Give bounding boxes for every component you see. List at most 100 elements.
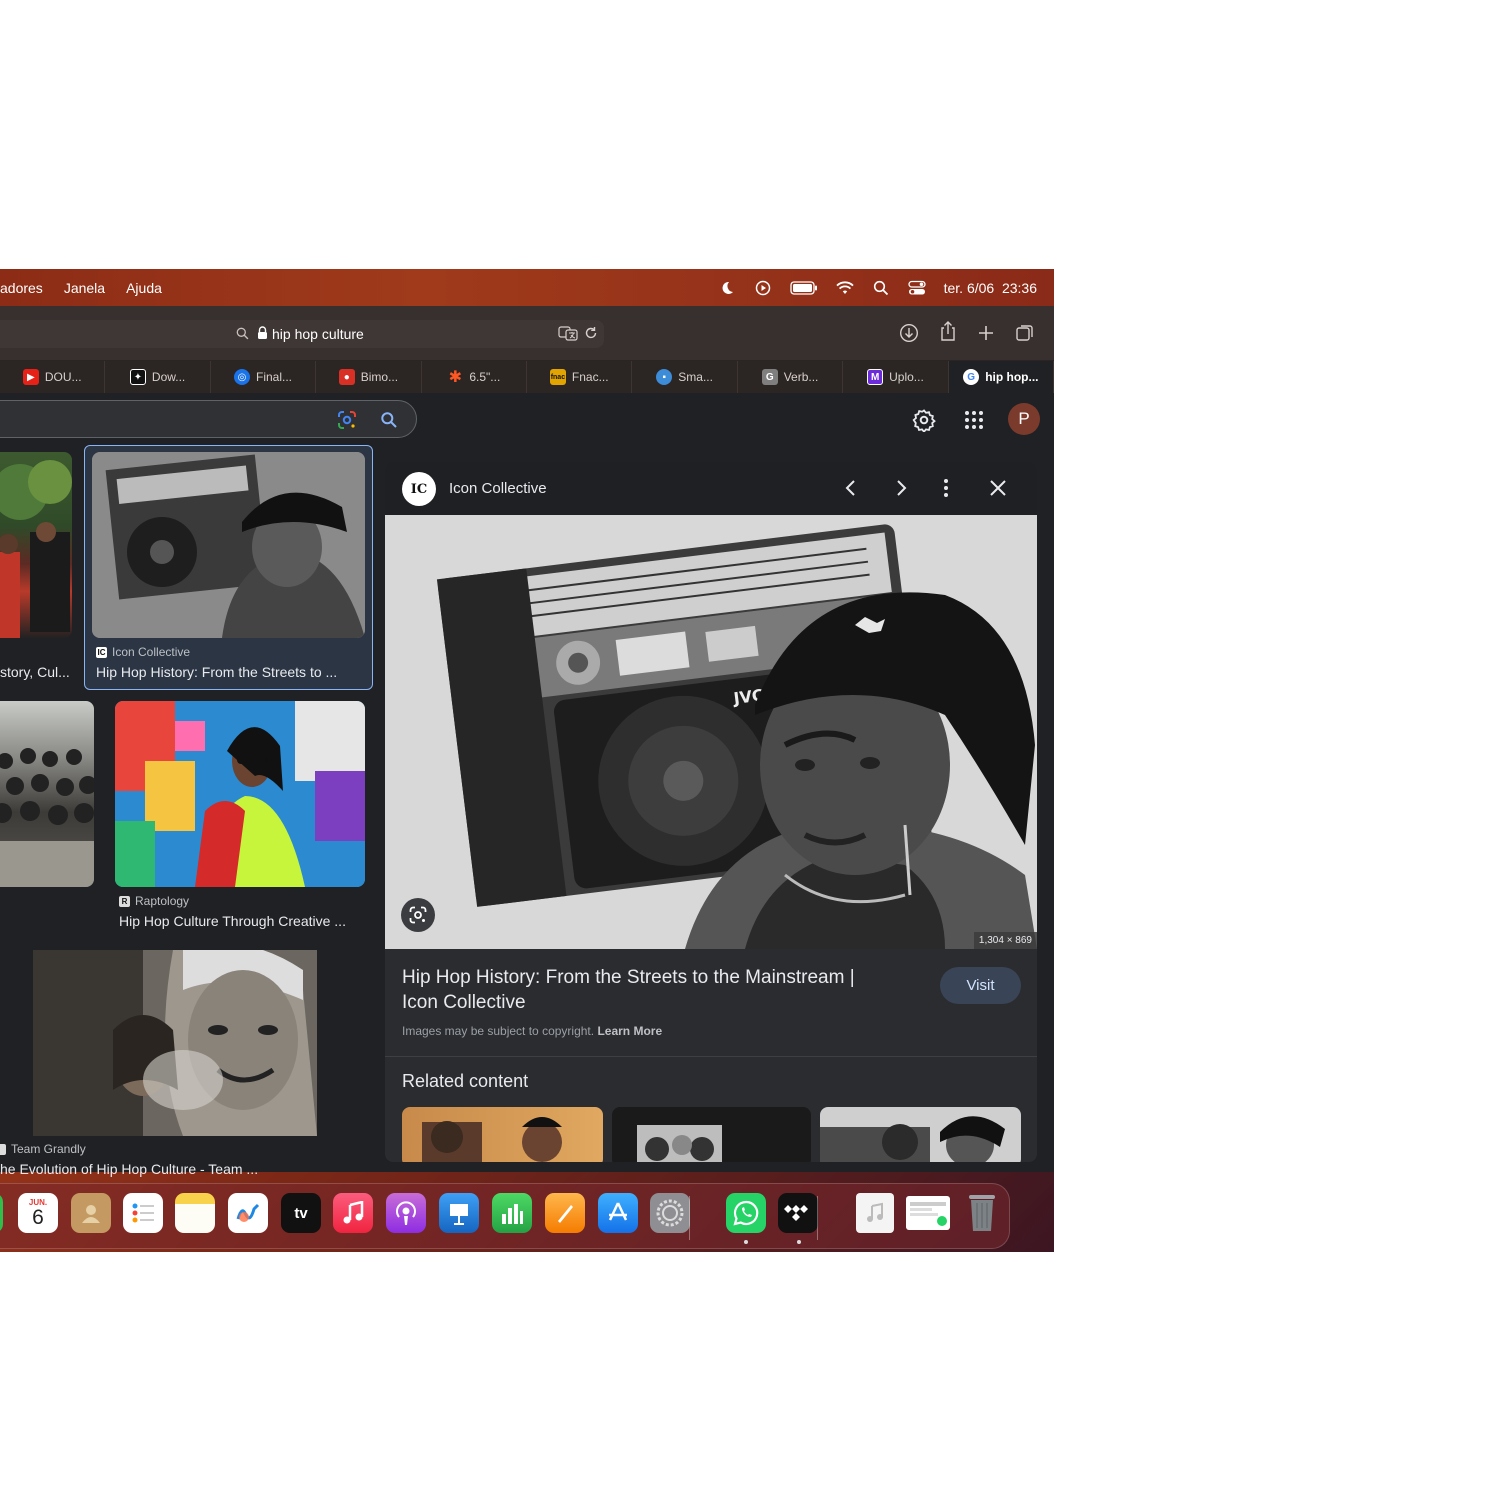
copyright-text: Images may be subject to copyright.: [402, 1024, 595, 1038]
control-center-icon[interactable]: [907, 279, 926, 297]
music-file-icon[interactable]: [856, 1193, 894, 1233]
whatsapp-app-icon[interactable]: [726, 1193, 766, 1233]
related-image-2[interactable]: [612, 1107, 811, 1162]
menu-item-ajuda[interactable]: Ajuda: [126, 280, 162, 296]
new-tab-icon[interactable]: [976, 323, 996, 343]
battery-icon[interactable]: [789, 279, 818, 297]
tab-overview-icon[interactable]: [1015, 323, 1035, 343]
settings-gear-icon[interactable]: [912, 408, 936, 437]
freeform-app-icon[interactable]: [228, 1193, 268, 1233]
moon-icon[interactable]: [718, 279, 736, 297]
result-title[interactable]: Hip Hop History: From the Streets to ...: [96, 664, 364, 680]
tidal-app-icon[interactable]: [778, 1193, 818, 1233]
desktop-screen: adores Janela Ajuda ter. 6/06 23:36 hip …: [0, 269, 1054, 1252]
result-image-3[interactable]: [0, 701, 94, 887]
contacts-app-icon[interactable]: [71, 1193, 111, 1233]
tab-six-five[interactable]: ✱ 6.5"...: [422, 361, 528, 393]
podcasts-app-icon[interactable]: [386, 1193, 426, 1233]
tab-final[interactable]: ◎ Final...: [211, 361, 317, 393]
search-submit-icon[interactable]: [380, 411, 398, 434]
learn-more-link[interactable]: Learn More: [597, 1024, 662, 1038]
related-image-1[interactable]: [402, 1107, 603, 1162]
screenshot-stack-icon[interactable]: [906, 1196, 950, 1230]
next-chevron-icon[interactable]: [893, 478, 909, 503]
uplo-favicon-icon: M: [867, 369, 884, 385]
verb-favicon-icon: G: [761, 369, 778, 385]
tidal-favicon-icon: ✦: [129, 369, 146, 385]
tab-uplo[interactable]: M Uplo...: [843, 361, 949, 393]
wifi-icon[interactable]: [835, 279, 854, 297]
translate-icon[interactable]: [558, 326, 578, 344]
search-icon: [236, 327, 249, 343]
calendar-app-icon[interactable]: JUN. 6: [18, 1193, 58, 1233]
tab-label: Dow...: [151, 370, 186, 384]
result-title[interactable]: story, Cul...: [0, 664, 72, 680]
account-avatar[interactable]: P: [1008, 403, 1040, 435]
copyright-note: Images may be subject to copyright. Lear…: [402, 1024, 662, 1038]
tab-sma[interactable]: ▪ Sma...: [632, 361, 738, 393]
tab-verb[interactable]: G Verb...: [738, 361, 844, 393]
menu-bar: adores Janela Ajuda ter. 6/06 23:36: [0, 269, 1054, 306]
notes-app-icon[interactable]: [175, 1193, 215, 1233]
address-url[interactable]: hip hop culture: [272, 326, 364, 342]
tab-fnac[interactable]: fnac Fnac...: [527, 361, 633, 393]
lens-icon[interactable]: [337, 410, 357, 435]
preview-header: IC Icon Collective: [385, 462, 1037, 515]
search-image-lens-icon[interactable]: [401, 898, 435, 932]
tab-label: Verb...: [783, 370, 819, 384]
tab-label: Final...: [256, 370, 293, 384]
result-title[interactable]: he Evolution of Hip Hop Culture - Team .…: [0, 1161, 270, 1177]
app-store-icon[interactable]: [598, 1193, 638, 1233]
safari-window: hip hop culture ▶ DOU... ✦ Dow... ◎ Fina…: [0, 306, 1054, 1177]
source-logo-icon: IC: [402, 472, 436, 506]
google-header: P: [0, 393, 1054, 445]
menu-clock[interactable]: ter. 6/06 23:36: [944, 280, 1037, 296]
result-image-2[interactable]: [92, 452, 365, 638]
running-indicator: [797, 1240, 801, 1244]
tab-bimo[interactable]: ● Bimo...: [316, 361, 422, 393]
downloads-icon[interactable]: [899, 323, 919, 343]
reload-icon[interactable]: [584, 326, 598, 343]
team-grandly-logo-icon: [0, 1143, 6, 1155]
tab-label: DOU...: [44, 370, 82, 384]
keynote-app-icon[interactable]: [439, 1193, 479, 1233]
preview-title[interactable]: Hip Hop History: From the Streets to the…: [402, 965, 892, 1015]
result-image-1[interactable]: [0, 452, 72, 638]
share-icon[interactable]: [938, 320, 958, 341]
google-search-box[interactable]: [0, 400, 417, 438]
dock-separator: [689, 1196, 690, 1240]
address-bar[interactable]: hip hop culture: [0, 320, 604, 348]
bimo-favicon-icon: ●: [338, 369, 355, 385]
system-settings-icon[interactable]: [650, 1193, 690, 1233]
close-icon[interactable]: [989, 479, 1007, 502]
result-source: IC Icon Collective: [96, 645, 190, 659]
result-title[interactable]: Hip Hop Culture Through Creative ...: [119, 913, 365, 929]
visit-button[interactable]: Visit: [940, 967, 1021, 1004]
menu-item-marcadores[interactable]: adores: [0, 280, 43, 296]
tab-hip-hop[interactable]: G hip hop...: [948, 361, 1054, 393]
trash-icon[interactable]: [962, 1193, 1002, 1233]
tab-dou[interactable]: ▶ DOU...: [0, 361, 106, 393]
messages-app-icon[interactable]: [0, 1193, 3, 1233]
apps-grid-icon[interactable]: [964, 410, 984, 435]
fnac-favicon-icon: fnac: [549, 369, 566, 385]
result-image-5[interactable]: [33, 950, 317, 1136]
result-source-label: Icon Collective: [112, 645, 191, 659]
reminders-app-icon[interactable]: [123, 1193, 163, 1233]
more-options-icon[interactable]: [942, 478, 950, 503]
pages-app-icon[interactable]: [545, 1193, 585, 1233]
tab-dow[interactable]: ✦ Dow...: [105, 361, 211, 393]
play-icon[interactable]: [754, 279, 772, 297]
divider: [385, 1056, 1037, 1057]
menu-item-janela[interactable]: Janela: [64, 280, 105, 296]
result-image-4[interactable]: [115, 701, 365, 887]
apple-tv-app-icon[interactable]: tv: [281, 1193, 321, 1233]
music-app-icon[interactable]: [333, 1193, 373, 1233]
preview-image[interactable]: JVC 1,304 × 869: [385, 515, 1037, 949]
dock-separator: [817, 1196, 818, 1240]
numbers-app-icon[interactable]: [492, 1193, 532, 1233]
related-image-3[interactable]: [820, 1107, 1021, 1162]
previous-chevron-icon[interactable]: [843, 478, 859, 503]
spotlight-search-icon[interactable]: [872, 279, 890, 297]
preview-source[interactable]: Icon Collective: [449, 480, 547, 497]
